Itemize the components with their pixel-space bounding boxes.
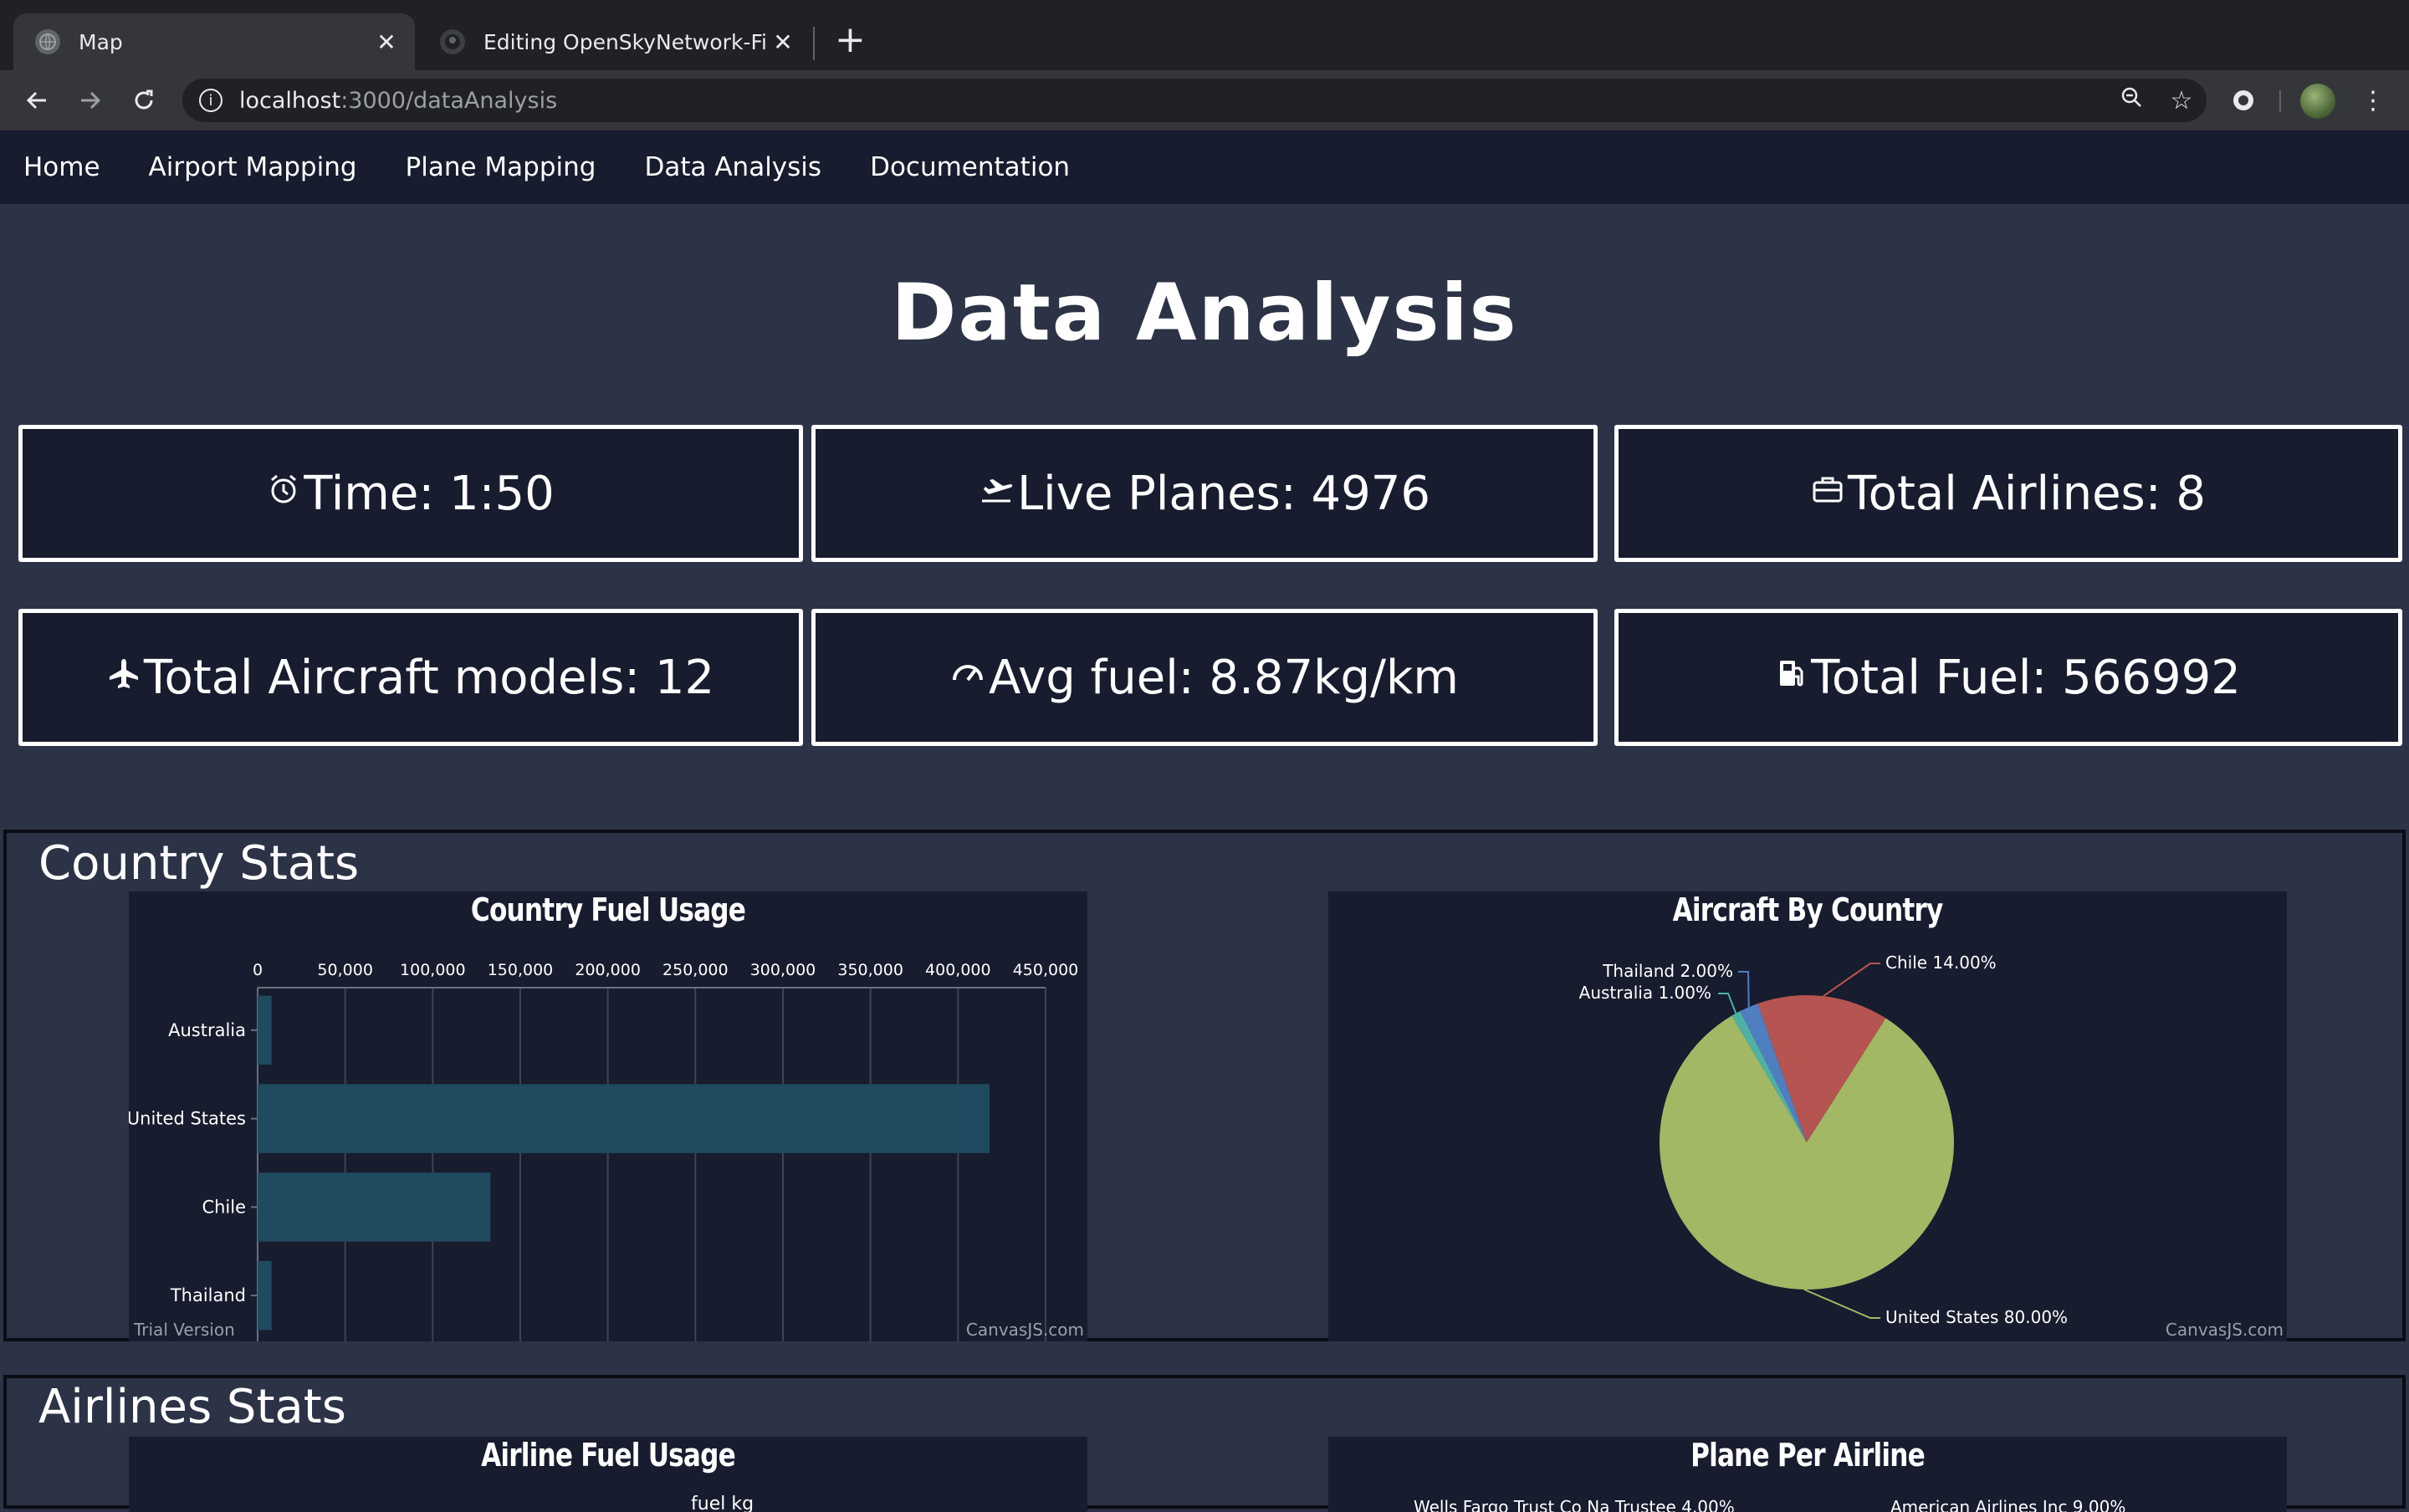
browser-tab-map[interactable]: Map ✕ bbox=[13, 13, 415, 70]
toolbar-separator bbox=[2279, 90, 2281, 112]
airplane-icon bbox=[107, 656, 141, 699]
extension-icon[interactable] bbox=[2225, 82, 2262, 119]
stat-time-text: Time: 1:50 bbox=[304, 466, 555, 521]
stat-total-airlines-text: Total Airlines: 8 bbox=[1847, 466, 2206, 521]
x-tick-label: 300,000 bbox=[750, 961, 816, 979]
x-tick-label: 400,000 bbox=[925, 961, 991, 979]
alarm-clock-icon bbox=[267, 472, 300, 515]
pie-label: Thailand 2.00% bbox=[1602, 961, 1733, 981]
tab-title: Editing OpenSkyNetwork-Final bbox=[483, 29, 766, 54]
bookmark-star-icon[interactable]: ☆ bbox=[2156, 86, 2207, 115]
address-bar[interactable]: i localhost:3000/dataAnalysis ☆ bbox=[182, 79, 2207, 122]
pie-label: American Airlines Inc 9.00% bbox=[1890, 1497, 2126, 1512]
y-tick-label: United States bbox=[129, 1109, 246, 1129]
x-tick-label: 250,000 bbox=[662, 961, 729, 979]
pie-leader-line bbox=[1823, 963, 1880, 997]
y-tick-label: Australia bbox=[168, 1020, 246, 1040]
airlines-stats-section: Airlines Stats Airline Fuel Usage fuel k… bbox=[3, 1375, 2406, 1512]
x-tick-label: 100,000 bbox=[400, 961, 466, 979]
pie-leader-line bbox=[1718, 993, 1737, 1014]
pie-label: Chile 14.00% bbox=[1885, 953, 1997, 973]
aircraft-by-country-chart: Aircraft By Country United States 80.00%… bbox=[1328, 891, 2287, 1341]
pie-label: Australia 1.00% bbox=[1579, 983, 1711, 1003]
bar[interactable] bbox=[258, 1084, 990, 1153]
nav-data-analysis[interactable]: Data Analysis bbox=[644, 152, 821, 182]
github-icon bbox=[440, 29, 465, 54]
canvasjs-credit[interactable]: CanvasJS.com bbox=[2166, 1320, 2284, 1340]
plane-per-airline-chart: Plane Per Airline Wells Fargo Trust Co N… bbox=[1328, 1437, 2287, 1512]
bar[interactable] bbox=[258, 1172, 491, 1242]
pie-label: Wells Fargo Trust Co Na Trustee 4.00% bbox=[1414, 1497, 1735, 1512]
y-axis-label: fuel kg bbox=[691, 1494, 754, 1512]
close-icon[interactable]: ✕ bbox=[370, 28, 403, 56]
x-tick-label: 0 bbox=[253, 961, 263, 979]
info-icon[interactable]: i bbox=[199, 89, 222, 112]
forward-arrow-icon[interactable] bbox=[72, 82, 109, 119]
browser-tab-github[interactable]: Editing OpenSkyNetwork-Final ✕ bbox=[418, 13, 811, 70]
stat-card-aircraft-models: Total Aircraft models: 12 bbox=[18, 609, 803, 746]
x-tick-label: 50,000 bbox=[317, 961, 372, 979]
kebab-menu-icon[interactable]: ⋮ bbox=[2355, 82, 2391, 119]
browser-toolbar: i localhost:3000/dataAnalysis ☆ ⋮ bbox=[0, 70, 2409, 130]
canvasjs-credit[interactable]: CanvasJS.com bbox=[966, 1320, 1084, 1340]
stat-live-planes-text: Live Planes: 4976 bbox=[1016, 466, 1431, 521]
stat-aircraft-models-text: Total Aircraft models: 12 bbox=[143, 650, 715, 705]
y-tick-label: Chile bbox=[202, 1197, 246, 1217]
pie-leader-line bbox=[1803, 1289, 1880, 1319]
airline-fuel-usage-chart: Airline Fuel Usage fuel kg bbox=[129, 1437, 1087, 1512]
plane-departure-icon bbox=[979, 472, 1014, 515]
page-title: Data Analysis bbox=[891, 268, 1518, 359]
app-navbar: Home Airport Mapping Plane Mapping Data … bbox=[0, 130, 2409, 204]
x-tick-label: 200,000 bbox=[575, 961, 641, 979]
briefcase-icon bbox=[1811, 472, 1844, 515]
nav-plane-mapping[interactable]: Plane Mapping bbox=[406, 152, 596, 182]
stat-card-total-airlines: Total Airlines: 8 bbox=[1614, 425, 2402, 562]
zoom-out-icon[interactable] bbox=[2106, 85, 2156, 115]
nav-airport-mapping[interactable]: Airport Mapping bbox=[149, 152, 357, 182]
tab-separator bbox=[813, 27, 815, 60]
stat-card-total-fuel: Total Fuel: 566992 bbox=[1614, 609, 2402, 746]
trial-version-label: Trial Version bbox=[134, 1320, 235, 1340]
stat-card-avg-fuel: Avg fuel: 8.87kg/km bbox=[811, 609, 1598, 746]
section-title: Airlines Stats bbox=[38, 1380, 346, 1434]
nav-documentation[interactable]: Documentation bbox=[870, 152, 1070, 182]
nav-home[interactable]: Home bbox=[23, 152, 100, 182]
bar-chart-plot: 0 50,000 100,000 150,000 200,000 250,000 300,0… bbox=[129, 961, 1079, 1341]
stat-total-fuel-text: Total Fuel: 566992 bbox=[1811, 650, 2241, 705]
reload-icon[interactable] bbox=[125, 82, 162, 119]
gauge-icon bbox=[950, 656, 985, 699]
tab-title: Map bbox=[79, 29, 123, 54]
stat-avg-fuel-text: Avg fuel: 8.87kg/km bbox=[989, 650, 1459, 705]
chart-title: Airline Fuel Usage bbox=[481, 1437, 736, 1474]
pie-leader-line bbox=[1738, 971, 1750, 1008]
y-tick-label: Thailand bbox=[170, 1285, 246, 1305]
globe-icon bbox=[35, 29, 60, 54]
browser-tab-strip: Map ✕ Editing OpenSkyNetwork-Final ✕ + bbox=[0, 0, 2409, 70]
close-icon[interactable]: ✕ bbox=[766, 28, 800, 56]
bar[interactable] bbox=[258, 995, 272, 1065]
stat-card-time: Time: 1:50 bbox=[18, 425, 803, 562]
back-arrow-icon[interactable] bbox=[18, 82, 55, 119]
pie-chart-plot: United States 80.00% Chile 14.00% Thailand… bbox=[1579, 953, 2068, 1327]
url-text[interactable]: localhost:3000/dataAnalysis bbox=[239, 88, 2106, 114]
x-tick-label: 350,000 bbox=[837, 961, 903, 979]
new-tab-icon[interactable]: + bbox=[835, 18, 866, 61]
country-stats-section: Country Stats Country Fuel Usage 0 50,000… bbox=[3, 830, 2406, 1341]
profile-avatar[interactable] bbox=[2300, 84, 2335, 119]
x-tick-label: 150,000 bbox=[488, 961, 554, 979]
pie-label: United States 80.00% bbox=[1885, 1307, 2068, 1327]
chart-title: Plane Per Airline bbox=[1690, 1437, 1926, 1474]
stat-card-live-planes: Live Planes: 4976 bbox=[811, 425, 1598, 562]
country-fuel-usage-chart: Country Fuel Usage 0 50,000 100,000 150,000… bbox=[129, 891, 1087, 1341]
bar[interactable] bbox=[258, 1260, 272, 1331]
fuel-pump-icon bbox=[1776, 656, 1808, 699]
section-title: Country Stats bbox=[38, 836, 360, 891]
x-tick-label: 450,000 bbox=[1013, 961, 1079, 979]
